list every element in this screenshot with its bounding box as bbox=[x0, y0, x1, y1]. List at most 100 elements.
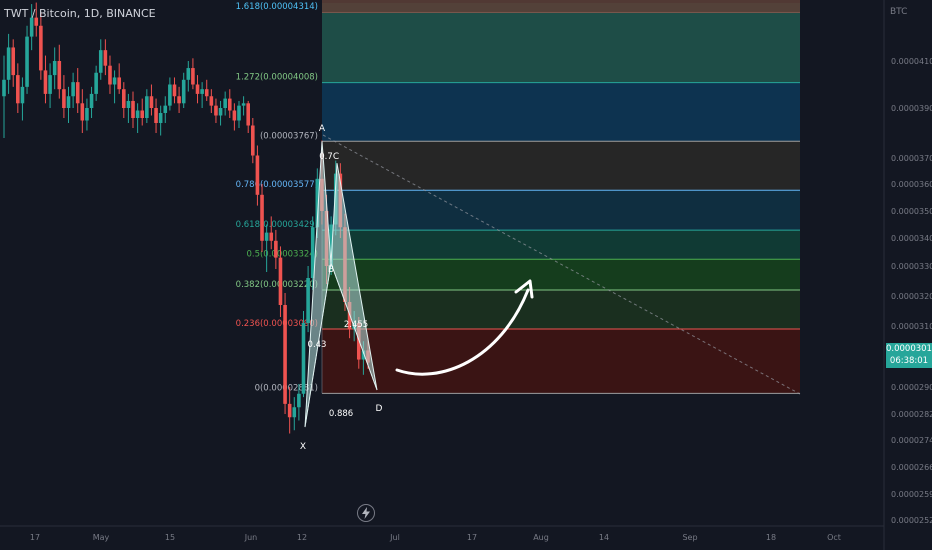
candle-body bbox=[6, 47, 11, 80]
symbol-header[interactable]: TWT / Bitcoin, 1D, BINANCE bbox=[4, 7, 156, 20]
fib-band-top bbox=[322, 0, 800, 12]
price-tick-label: 0.00003900 bbox=[891, 104, 932, 113]
candle-body bbox=[71, 82, 75, 97]
candle-body bbox=[121, 89, 126, 108]
time-tick-label: Sep bbox=[682, 533, 697, 542]
chart-root[interactable]: 1.618(0.00004314) 1.272(0.00004008) (0.000… bbox=[0, 0, 932, 550]
candle-body bbox=[297, 393, 301, 408]
candle-body bbox=[108, 65, 112, 85]
fib-band bbox=[322, 141, 800, 191]
current-price-countdown: 06:38:01 bbox=[889, 356, 929, 366]
fib-level-label: 1.618(0.00004314) bbox=[236, 2, 318, 12]
pattern-point-label: B bbox=[328, 265, 334, 275]
price-tick-label: 0.00003600 bbox=[891, 180, 932, 189]
price-chart[interactable]: 1.618(0.00004314) 1.272(0.00004008) (0.000… bbox=[0, 0, 932, 550]
candle-body bbox=[16, 75, 20, 104]
candle-body bbox=[227, 98, 232, 111]
candle-body bbox=[274, 240, 278, 258]
candle-body bbox=[131, 100, 135, 118]
candle-body bbox=[163, 105, 168, 113]
pattern-ratio-label: 0.886 bbox=[329, 409, 353, 419]
candle-body bbox=[195, 84, 200, 94]
candle-body bbox=[126, 100, 131, 108]
candle-body bbox=[89, 93, 94, 108]
candle-body bbox=[287, 403, 292, 418]
time-tick-label: 14 bbox=[599, 533, 609, 542]
candle-body bbox=[264, 232, 269, 241]
candle-body bbox=[168, 84, 172, 106]
time-tick-label: 12 bbox=[297, 533, 307, 542]
price-tick-label: 0.00002820 bbox=[891, 410, 932, 419]
candle-body bbox=[140, 110, 145, 118]
candle-body bbox=[191, 68, 195, 85]
candle-body bbox=[117, 77, 121, 90]
price-tick-label: 0.00003700 bbox=[891, 154, 932, 163]
candle-body bbox=[246, 103, 251, 126]
price-tick-label: 0.00002900 bbox=[891, 383, 932, 392]
candle-body bbox=[301, 323, 306, 394]
fib-level-label: 0.618(0.00003429) bbox=[236, 220, 318, 230]
candle-body bbox=[181, 79, 186, 104]
pattern-ratio-label: 0.7 bbox=[319, 152, 333, 162]
candle-body bbox=[98, 50, 103, 73]
time-tick-label: Jul bbox=[389, 533, 400, 542]
pattern-ratio-label: 2.455 bbox=[344, 320, 368, 330]
price-tick-label: 0.00002740 bbox=[891, 436, 932, 445]
candle-body bbox=[62, 89, 66, 108]
fib-band bbox=[322, 230, 800, 260]
candle-body bbox=[241, 103, 246, 106]
fib-level-label: (0.00003767) bbox=[260, 131, 318, 141]
current-price-value: 0.00003017 bbox=[886, 344, 932, 354]
candle-body bbox=[39, 25, 43, 71]
price-tick-label: 0.00002590 bbox=[891, 490, 932, 499]
candle-body bbox=[158, 113, 163, 123]
price-tick-label: 0.00003400 bbox=[891, 234, 932, 243]
candle-body bbox=[94, 72, 98, 94]
fib-band bbox=[322, 190, 800, 231]
candle-body bbox=[269, 232, 274, 241]
fib-level-label: 0.786(0.00003577) bbox=[236, 180, 318, 190]
time-tick-label: Oct bbox=[827, 533, 841, 542]
candle-body bbox=[306, 278, 310, 323]
candle-body bbox=[204, 89, 209, 97]
fib-level-label: 0.382(0.00003220) bbox=[236, 280, 318, 290]
fib-level-label: 0.236(0.00003090) bbox=[236, 319, 318, 329]
candle-body bbox=[292, 407, 297, 418]
candle-body bbox=[237, 105, 241, 121]
candle-body bbox=[145, 96, 149, 118]
replay-button[interactable] bbox=[357, 504, 375, 522]
pattern-ratio-label: 0.43 bbox=[308, 340, 327, 350]
price-tick-label: 0.00002660 bbox=[891, 463, 932, 472]
candle-body bbox=[2, 79, 6, 97]
candle-body bbox=[57, 61, 62, 90]
fib-band bbox=[322, 82, 800, 142]
candle-body bbox=[80, 103, 85, 121]
time-tick-label: 17 bbox=[30, 533, 40, 542]
candle-body bbox=[75, 82, 80, 104]
candle-body bbox=[223, 98, 227, 108]
candle-body bbox=[260, 194, 264, 241]
candle-body bbox=[214, 105, 218, 116]
time-tick-label: 15 bbox=[165, 533, 175, 542]
candle-body bbox=[29, 17, 34, 37]
candle-body bbox=[135, 110, 140, 118]
candle-body bbox=[112, 77, 117, 85]
candle-body bbox=[25, 36, 29, 87]
fib-band bbox=[322, 290, 800, 330]
candle-body bbox=[20, 86, 25, 104]
candle-body bbox=[218, 108, 223, 116]
time-tick-label: 18 bbox=[766, 533, 776, 542]
price-tick-label: 0.00002520 bbox=[891, 516, 932, 525]
candle-body bbox=[11, 47, 16, 76]
candle-body bbox=[186, 68, 191, 80]
pattern-point-label: C bbox=[333, 152, 339, 162]
candle-body bbox=[232, 110, 237, 121]
candle-body bbox=[85, 108, 89, 121]
candle-body bbox=[52, 61, 57, 76]
candle-body bbox=[200, 89, 204, 94]
candle-body bbox=[48, 75, 52, 94]
candle-body bbox=[177, 96, 181, 104]
time-tick-label: 17 bbox=[467, 533, 477, 542]
candle-body bbox=[154, 108, 158, 123]
price-tick-label: 0.00003300 bbox=[891, 262, 932, 271]
